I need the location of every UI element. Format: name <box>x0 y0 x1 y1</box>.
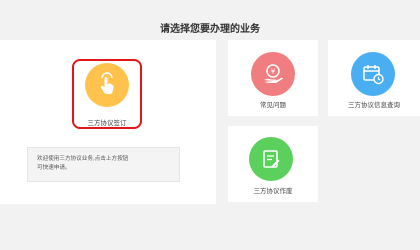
welcome-hint-line-1: 欢迎使用三方协议业务,点击上方按钮 <box>37 156 129 162</box>
faq-button[interactable]: ¥ <box>251 52 295 96</box>
agreement-query-button[interactable] <box>351 52 395 96</box>
faq-label[interactable]: 常见问题 <box>228 99 318 109</box>
sign-agreement-button[interactable] <box>85 63 129 107</box>
svg-text:¥: ¥ <box>271 68 276 76</box>
calendar-clock-icon <box>363 65 384 85</box>
money-hand-icon: ¥ <box>264 64 283 83</box>
hand-tap-icon <box>100 72 114 94</box>
welcome-hint-line-2: 可快速申请。 <box>37 165 71 171</box>
page-title: 请选择您要办理的业务 <box>160 24 260 35</box>
agreement-cancel-button[interactable] <box>249 137 293 181</box>
sign-agreement-label[interactable]: 三方协议签订 <box>62 117 152 127</box>
document-edit-icon <box>263 150 280 168</box>
agreement-query-label[interactable]: 三方协议信息查询 <box>328 99 420 109</box>
welcome-hint-box: 欢迎使用三方协议业务,点击上方按钮 可快速申请。 <box>27 147 180 182</box>
agreement-cancel-label[interactable]: 三方协议作废 <box>228 185 318 195</box>
